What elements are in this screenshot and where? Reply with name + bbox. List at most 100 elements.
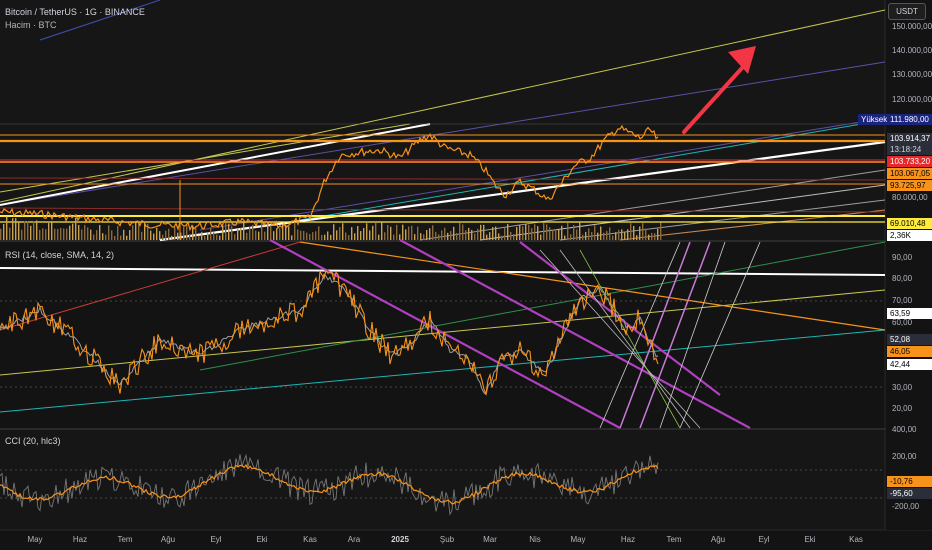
volume-bar [537,226,539,240]
level-tag: 93.725,97 [887,180,932,191]
volume-bar [213,232,215,240]
volume-bar [204,235,206,240]
volume-bar [387,224,389,240]
volume-bar [366,223,368,240]
volume-bar [267,224,269,240]
volume-bar [189,234,191,240]
volume-bar [87,227,89,240]
volume-bar [441,230,443,240]
volume-bar [438,234,440,240]
volume-bar [372,225,374,240]
price-tick: 120.000,00 [892,95,932,104]
volume-bar [402,224,404,240]
volume-bar [384,232,386,240]
volume-bar [633,226,635,240]
rsi-value-tag: 52,08 [887,334,932,345]
volume-bar [450,231,452,240]
volume-bar [177,232,179,240]
volume-bar [573,224,575,240]
volume-bar [363,227,365,240]
time-axis-label: Ağu [710,535,726,544]
volume-bar [453,226,455,240]
time-axis-label: Tem [117,535,133,544]
time-axis-label: Nis [529,535,541,544]
volume-bar [351,227,353,240]
volume-bar [288,226,290,240]
volume-bar [186,224,188,240]
volume-bar [15,218,17,240]
price-tick: 140.000,00 [892,46,932,55]
time-axis-label: Şub [439,535,455,544]
volume-bar [507,223,509,240]
volume-bar [378,234,380,240]
volume-bar [510,231,512,240]
volume-bar [489,232,491,240]
volume-bar [483,224,485,240]
rsi-value-tag: 46,05 [887,346,932,357]
volume-bar [270,225,272,240]
volume-bar [240,227,242,240]
volume-bar [75,217,77,240]
volume-bar [615,232,617,240]
volume-bar [570,234,572,240]
time-axis-label: 2025 [391,535,409,544]
time-axis-label: May [570,535,586,544]
volume-bar [465,230,467,240]
volume-bar [636,235,638,240]
rsi-legend[interactable]: RSI (14, close, SMA, 14, 2) [5,250,114,260]
time-axis-label: Ağu [160,535,176,544]
price-pane[interactable] [0,0,885,240]
volume-bar [234,234,236,240]
volume-bar [93,234,95,240]
symbol-title[interactable]: Bitcoin / TetherUS · 1G · BINANCE [5,7,145,17]
volume-bar [621,229,623,240]
volume-bar [117,225,119,240]
rsi-tick: 70,00 [892,296,913,305]
volume-bar [327,231,329,240]
chart-canvas[interactable] [0,0,932,550]
volume-bar [225,222,227,240]
volume-bar [648,234,650,240]
volume-bar [150,230,152,240]
time-axis-label: Ara [347,535,361,544]
volume-bar [657,228,659,240]
volume-bar [129,229,131,240]
volume-bar [525,224,527,240]
volume-bar [486,234,488,240]
volume-bar [135,222,137,240]
volume-bar [459,222,461,240]
volume-bar [9,227,11,240]
volume-bar [543,223,545,240]
volume-bar [114,235,116,240]
currency-button[interactable]: USDT [888,3,926,20]
volume-bar [162,234,164,240]
volume-legend[interactable]: Hacim · BTC [5,20,57,30]
volume-bar [243,222,245,240]
rsi-tick: 80,00 [892,274,913,283]
countdown-tag: 13:18:24 [887,144,932,155]
level-tag: 103.067,05 [887,168,932,179]
volume-value-tag: 2,36K [887,230,932,241]
volume-bar [426,229,428,240]
cci-legend[interactable]: CCI (20, hlc3) [5,436,61,446]
volume-bar [219,235,221,240]
time-axis-label: Tem [666,535,682,544]
rsi-tick: 90,00 [892,253,913,262]
volume-bar [591,232,593,240]
volume-bar [63,228,65,240]
high-label: Yüksek [858,114,891,125]
volume-bar [561,225,563,240]
volume-bar [18,222,20,240]
volume-bar [30,225,32,240]
rsi-tick: 60,00 [892,318,913,327]
volume-bar [57,228,59,240]
volume-bar [399,234,401,240]
volume-bar [6,216,8,240]
volume-bar [318,226,320,240]
volume-bar [624,232,626,240]
volume-bar [411,225,413,240]
volume-bar [492,227,494,240]
price-axis[interactable] [886,0,932,530]
volume-bar [36,220,38,240]
cci-pane[interactable] [0,430,885,530]
